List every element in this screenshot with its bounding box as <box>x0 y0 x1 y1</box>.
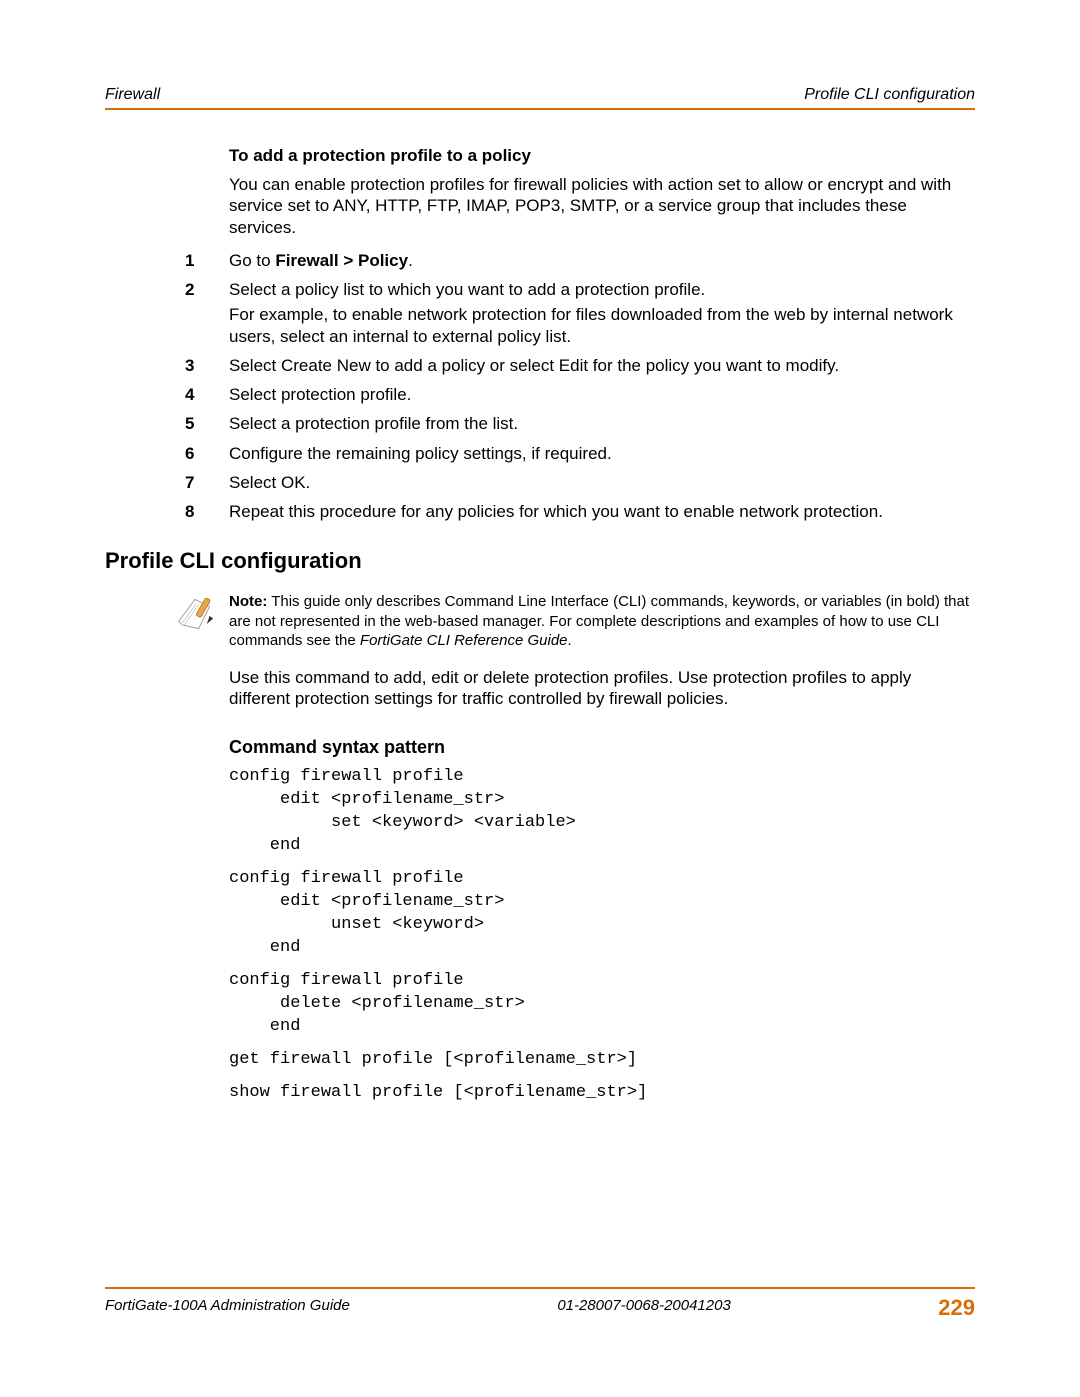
step-7: Select OK. <box>189 472 975 493</box>
page-number: 229 <box>938 1297 975 1319</box>
procedure-steps: Go to Firewall > Policy. Select a policy… <box>229 250 975 523</box>
step-5: Select a protection profile from the lis… <box>189 413 975 434</box>
footer-left: FortiGate-100A Administration Guide <box>105 1297 350 1319</box>
step-4: Select protection profile. <box>189 384 975 405</box>
step-6: Configure the remaining policy settings,… <box>189 443 975 464</box>
note-block: Note: This guide only describes Command … <box>229 592 975 651</box>
step-1: Go to Firewall > Policy. <box>189 250 975 271</box>
cli-block-2: config firewall profile edit <profilenam… <box>229 868 975 960</box>
note-text: Note: This guide only describes Command … <box>229 592 975 651</box>
cli-block-1: config firewall profile edit <profilenam… <box>229 766 975 858</box>
syntax-heading: Command syntax pattern <box>229 737 975 758</box>
step-3: Select Create New to add a policy or sel… <box>189 355 975 376</box>
footer-rule <box>105 1287 975 1289</box>
header-left: Firewall <box>105 86 160 104</box>
step-8: Repeat this procedure for any policies f… <box>189 501 975 522</box>
cli-block-5: show firewall profile [<profilename_str>… <box>229 1082 975 1105</box>
step-2: Select a policy list to which you want t… <box>189 279 975 347</box>
procedure-intro: You can enable protection profiles for f… <box>229 174 975 238</box>
cli-block-4: get firewall profile [<profilename_str>] <box>229 1049 975 1072</box>
cli-block-3: config firewall profile delete <profilen… <box>229 970 975 1039</box>
section-heading-cli: Profile CLI configuration <box>105 548 975 574</box>
cli-intro: Use this command to add, edit or delete … <box>229 667 975 710</box>
page-footer: FortiGate-100A Administration Guide 01-2… <box>105 1287 975 1319</box>
footer-center: 01-28007-0068-20041203 <box>557 1297 731 1319</box>
header-right: Profile CLI configuration <box>804 86 975 104</box>
note-icon <box>173 594 221 639</box>
running-header: Firewall Profile CLI configuration <box>105 0 975 104</box>
procedure-title: To add a protection profile to a policy <box>229 146 975 166</box>
